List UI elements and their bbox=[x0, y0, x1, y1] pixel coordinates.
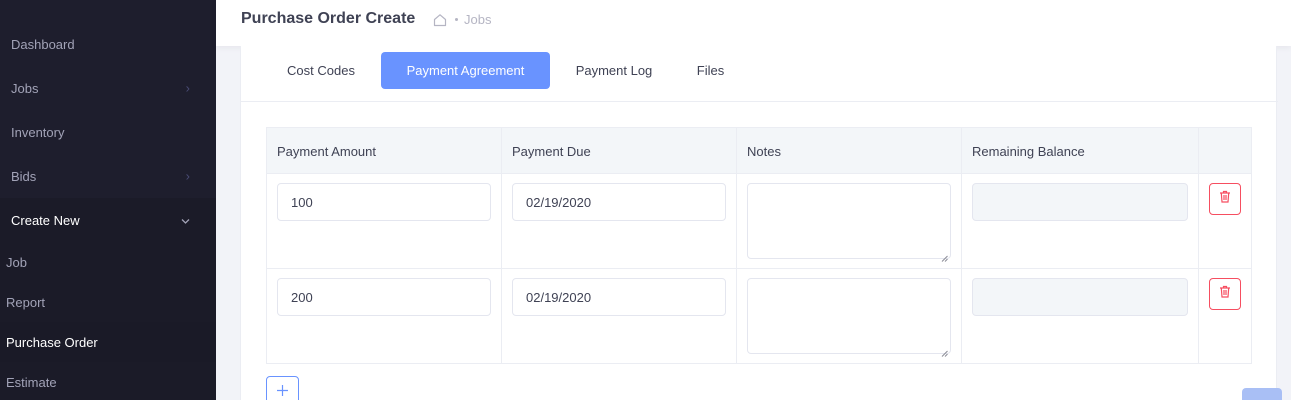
sidebar-item-label: Jobs bbox=[11, 80, 39, 96]
tab-payment-agreement[interactable]: Payment Agreement bbox=[381, 52, 550, 89]
tab-payment-log[interactable]: Payment Log bbox=[560, 52, 668, 89]
column-header-payment-due: Payment Due bbox=[512, 143, 591, 159]
sidebar-item-create-new[interactable]: Create New bbox=[0, 198, 216, 242]
column-divider bbox=[736, 128, 737, 363]
chevron-down-icon bbox=[181, 213, 190, 228]
sidebar-subitem-report[interactable]: Report bbox=[0, 282, 216, 322]
payment-due-input[interactable]: 02/19/2020 bbox=[512, 278, 726, 316]
resize-handle[interactable] bbox=[941, 249, 948, 262]
breadcrumb-separator bbox=[455, 18, 458, 21]
sidebar-item-label: Create New bbox=[11, 212, 80, 228]
column-header-payment-amount: Payment Amount bbox=[277, 143, 376, 159]
add-row-button[interactable] bbox=[266, 376, 299, 400]
page-title: Purchase Order Create bbox=[241, 10, 416, 27]
breadcrumb-link-jobs[interactable]: Jobs bbox=[464, 12, 491, 27]
sidebar-item-label: Bids bbox=[11, 168, 37, 184]
sidebar-item-bids[interactable]: Bids › bbox=[0, 154, 216, 198]
sidebar-subitem-job[interactable]: Job bbox=[0, 242, 216, 282]
payment-due-input[interactable]: 02/19/2020 bbox=[512, 183, 726, 221]
page-header: Purchase Order Create Jobs bbox=[216, 0, 1291, 46]
notes-textarea[interactable] bbox=[747, 278, 951, 357]
sidebar-subitem-estimate[interactable]: Estimate bbox=[0, 362, 216, 400]
sidebar-item-label: Inventory bbox=[11, 124, 65, 140]
sidebar-subitem-label: Purchase Order bbox=[6, 334, 98, 350]
home-icon[interactable] bbox=[433, 13, 447, 27]
payment-amount-input[interactable]: 100 bbox=[277, 183, 491, 221]
sidebar-item-label: Dashboard bbox=[11, 36, 75, 52]
delete-row-button[interactable] bbox=[1209, 183, 1241, 215]
remaining-balance-field bbox=[972, 278, 1188, 316]
column-header-remaining-balance: Remaining Balance bbox=[972, 143, 1085, 159]
tab-cost-codes[interactable]: Cost Codes bbox=[271, 52, 371, 89]
payment-agreement-table: Payment Amount Payment Due Notes Remaini… bbox=[266, 127, 1252, 364]
trash-icon bbox=[1219, 190, 1231, 208]
resize-handle[interactable] bbox=[941, 344, 948, 357]
table-header: Payment Amount Payment Due Notes Remaini… bbox=[267, 128, 1251, 174]
sidebar-subitem-purchase-order[interactable]: Purchase Order bbox=[0, 322, 216, 362]
purchase-order-card: Cost Codes Payment Agreement Payment Log… bbox=[240, 46, 1278, 400]
chevron-right-icon: › bbox=[185, 80, 190, 96]
sidebar-subitem-label: Report bbox=[6, 294, 46, 310]
sidebar-item-jobs[interactable]: Jobs › bbox=[0, 66, 216, 110]
plus-icon bbox=[276, 384, 289, 400]
remaining-balance-field bbox=[972, 183, 1188, 221]
tabs-bar: Cost Codes Payment Agreement Payment Log… bbox=[241, 46, 1278, 102]
delete-row-button[interactable] bbox=[1209, 278, 1241, 310]
sidebar: Dashboard Jobs › Inventory Bids › Create… bbox=[0, 0, 216, 400]
column-header-notes: Notes bbox=[747, 143, 781, 159]
tab-files[interactable]: Files bbox=[678, 52, 743, 89]
trash-icon bbox=[1219, 285, 1231, 303]
sidebar-subitem-label: Job bbox=[6, 254, 27, 270]
payment-amount-input[interactable]: 200 bbox=[277, 278, 491, 316]
scroll-top-button[interactable] bbox=[1242, 388, 1282, 400]
notes-textarea[interactable] bbox=[747, 183, 951, 262]
column-divider bbox=[501, 128, 502, 363]
sidebar-subitem-label: Estimate bbox=[6, 374, 57, 390]
column-divider bbox=[961, 128, 962, 363]
column-divider bbox=[1198, 128, 1199, 363]
chevron-right-icon: › bbox=[185, 168, 190, 184]
row-divider bbox=[267, 268, 1251, 269]
sidebar-item-dashboard[interactable]: Dashboard bbox=[0, 22, 216, 66]
sidebar-item-inventory[interactable]: Inventory bbox=[0, 110, 216, 154]
